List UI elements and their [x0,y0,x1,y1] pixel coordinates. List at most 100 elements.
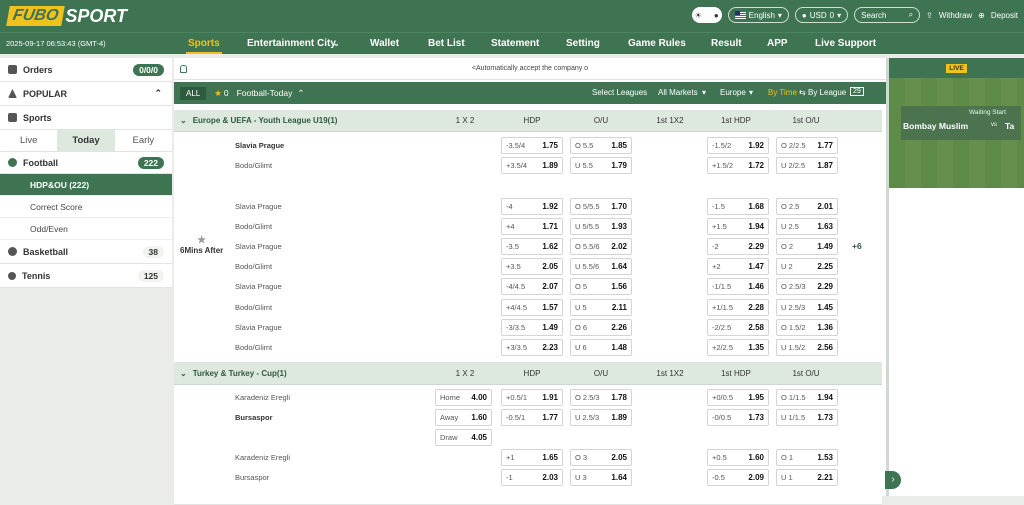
ou-odds-cell[interactable]: U 6 1.48 [570,339,632,356]
first-half-hdp-cell[interactable]: +1.5/2 1.72 [707,157,769,174]
ou-odds-cell[interactable]: U 5 2.11 [570,299,632,316]
hdp-odds-cell[interactable]: -0.5/1 1.77 [501,409,563,426]
first-half-ou-cell[interactable]: U 1/1.5 1.73 [776,409,838,426]
sidebar-sports[interactable]: Sports [0,106,172,130]
first-half-hdp-cell[interactable]: -0.5 2.09 [707,469,769,486]
nav-sports[interactable]: Sports [188,38,220,49]
nav-game-rules[interactable]: Game Rules [628,38,686,49]
withdraw-link[interactable]: Withdraw [939,11,972,20]
first-half-ou-cell[interactable]: U 2/2.5 1.87 [776,157,838,174]
calendar-day-button[interactable]: 29 [850,87,864,96]
first-half-ou-cell[interactable]: O 1 1.53 [776,449,838,466]
x12-odds-cell[interactable]: Home 4.00 [435,389,492,406]
tab-early[interactable]: Early [115,130,172,151]
first-half-ou-cell[interactable]: U 2.5/3 1.45 [776,299,838,316]
ou-odds-cell[interactable]: U 5.5 1.79 [570,157,632,174]
ou-odds-cell[interactable]: O 5.5 1.85 [570,137,632,154]
sidebar-football[interactable]: Football 222 [0,152,172,174]
chevron-up-icon[interactable]: ⌃ [297,88,304,99]
star-icon[interactable]: ★ [214,88,222,99]
nav-app[interactable]: APP [767,38,788,49]
league-header-1[interactable]: ⌄ Europe & UEFA - Youth League U19(1) 1 … [174,110,882,132]
ou-odds-cell[interactable]: O 3 2.05 [570,449,632,466]
ou-odds-cell[interactable]: O 5.5/6 2.02 [570,238,632,255]
hdp-odds-cell[interactable]: -4 1.92 [501,198,563,215]
first-half-hdp-cell[interactable]: -0/0.5 1.73 [707,409,769,426]
theme-toggle[interactable]: ☀ ● [691,7,722,23]
sidebar-tennis[interactable]: Tennis 125 [0,264,172,288]
sidebar-sub-correct-score[interactable]: Correct Score [0,196,172,218]
first-half-ou-cell[interactable]: U 2 2.25 [776,258,838,275]
ou-odds-cell[interactable]: U 2.5/3 1.89 [570,409,632,426]
nav-result[interactable]: Result [711,38,742,49]
tab-live[interactable]: Live [0,130,57,151]
select-leagues-button[interactable]: Select Leagues [592,88,647,97]
nav-wallet[interactable]: Wallet [370,38,399,49]
first-half-hdp-cell[interactable]: -1/1.5 1.46 [707,278,769,295]
hdp-odds-cell[interactable]: +3/3.5 2.23 [501,339,563,356]
first-half-ou-cell[interactable]: U 1.5/2 2.56 [776,339,838,356]
deposit-link[interactable]: Deposit [991,11,1018,20]
first-half-hdp-cell[interactable]: -2/2.5 2.58 [707,319,769,336]
nav-live-support[interactable]: Live Support [815,38,876,49]
all-markets-dropdown[interactable]: All Markets [658,88,698,97]
x12-odds-cell[interactable]: Draw 4.05 [435,429,492,446]
all-button[interactable]: ALL [180,86,207,100]
tab-today[interactable]: Today [57,130,115,151]
nav-entertainment[interactable]: Entertainment City [247,38,336,49]
first-half-hdp-cell[interactable]: +1.5 1.94 [707,218,769,235]
ou-odds-cell[interactable]: U 3 1.64 [570,469,632,486]
sidebar-orders[interactable]: Orders 0/0/0 [0,58,172,82]
ou-odds-cell[interactable]: O 6 2.26 [570,319,632,336]
hdp-odds-cell[interactable]: +3.5/4 1.89 [501,157,563,174]
first-half-hdp-cell[interactable]: -2 2.29 [707,238,769,255]
hdp-odds-cell[interactable]: -4/4.5 2.07 [501,278,563,295]
region-dropdown[interactable]: Europe [720,88,746,97]
sidebar-sub-odd-even[interactable]: Odd/Even [0,218,172,240]
first-half-hdp-cell[interactable]: +2/2.5 1.35 [707,339,769,356]
ou-odds-cell[interactable]: O 5 1.56 [570,278,632,295]
first-half-hdp-cell[interactable]: -1.5 1.68 [707,198,769,215]
hdp-odds-cell[interactable]: +3.5 2.05 [501,258,563,275]
ou-odds-cell[interactable]: U 5/5.5 1.93 [570,218,632,235]
ou-odds-cell[interactable]: O 5/5.5 1.70 [570,198,632,215]
sort-by-league[interactable]: By League [808,88,846,97]
nav-statement[interactable]: Statement [491,38,539,49]
first-half-ou-cell[interactable]: O 1/1.5 1.94 [776,389,838,406]
first-half-hdp-cell[interactable]: +0/0.5 1.95 [707,389,769,406]
league-header-2[interactable]: ⌄ Turkey & Turkey - Cup(1) 1 X 2 HDP O/U… [174,363,882,385]
hdp-odds-cell[interactable]: -1 2.03 [501,469,563,486]
nav-setting[interactable]: Setting [566,38,600,49]
first-half-hdp-cell[interactable]: +1/1.5 2.28 [707,299,769,316]
sidebar-sub-hdp-ou[interactable]: HDP&OU (222) [0,174,172,196]
first-half-ou-cell[interactable]: O 2.5 2.01 [776,198,838,215]
first-half-ou-cell[interactable]: O 2.5/3 2.29 [776,278,838,295]
hdp-odds-cell[interactable]: +1 1.65 [501,449,563,466]
hdp-odds-cell[interactable]: -3.5 1.62 [501,238,563,255]
hdp-odds-cell[interactable]: +0.5/1 1.91 [501,389,563,406]
more-markets-link[interactable]: +6 [852,241,862,251]
logo[interactable]: FUBO SPORT [6,6,127,26]
hdp-odds-cell[interactable]: -3.5/4 1.75 [501,137,563,154]
first-half-hdp-cell[interactable]: +2 1.47 [707,258,769,275]
sidebar-popular[interactable]: POPULAR ⌃ [0,82,172,106]
ou-odds-cell[interactable]: U 5.5/6 1.64 [570,258,632,275]
first-half-ou-cell[interactable]: O 2/2.5 1.77 [776,137,838,154]
language-select[interactable]: English ▾ [727,7,789,23]
first-half-hdp-cell[interactable]: +0.5 1.60 [707,449,769,466]
sidebar-basketball[interactable]: Basketball 38 [0,240,172,264]
star-icon[interactable]: ★ [180,235,223,246]
live-badge[interactable]: LIVE [946,63,967,73]
ou-odds-cell[interactable]: O 2.5/3 1.78 [570,389,632,406]
currency-balance[interactable]: ● USD 0 ▾ [794,7,849,23]
first-half-ou-cell[interactable]: U 2.5 1.63 [776,218,838,235]
first-half-hdp-cell[interactable]: -1.5/2 1.92 [707,137,769,154]
hdp-odds-cell[interactable]: +4 1.71 [501,218,563,235]
first-half-ou-cell[interactable]: O 1.5/2 1.36 [776,319,838,336]
nav-bet-list[interactable]: Bet List [428,38,465,49]
hdp-odds-cell[interactable]: +4/4.5 1.57 [501,299,563,316]
search-input[interactable]: Search ⌕ [854,7,921,23]
hdp-odds-cell[interactable]: -3/3.5 1.49 [501,319,563,336]
x12-odds-cell[interactable]: Away 1.60 [435,409,492,426]
sort-by-time[interactable]: By Time [768,88,797,97]
